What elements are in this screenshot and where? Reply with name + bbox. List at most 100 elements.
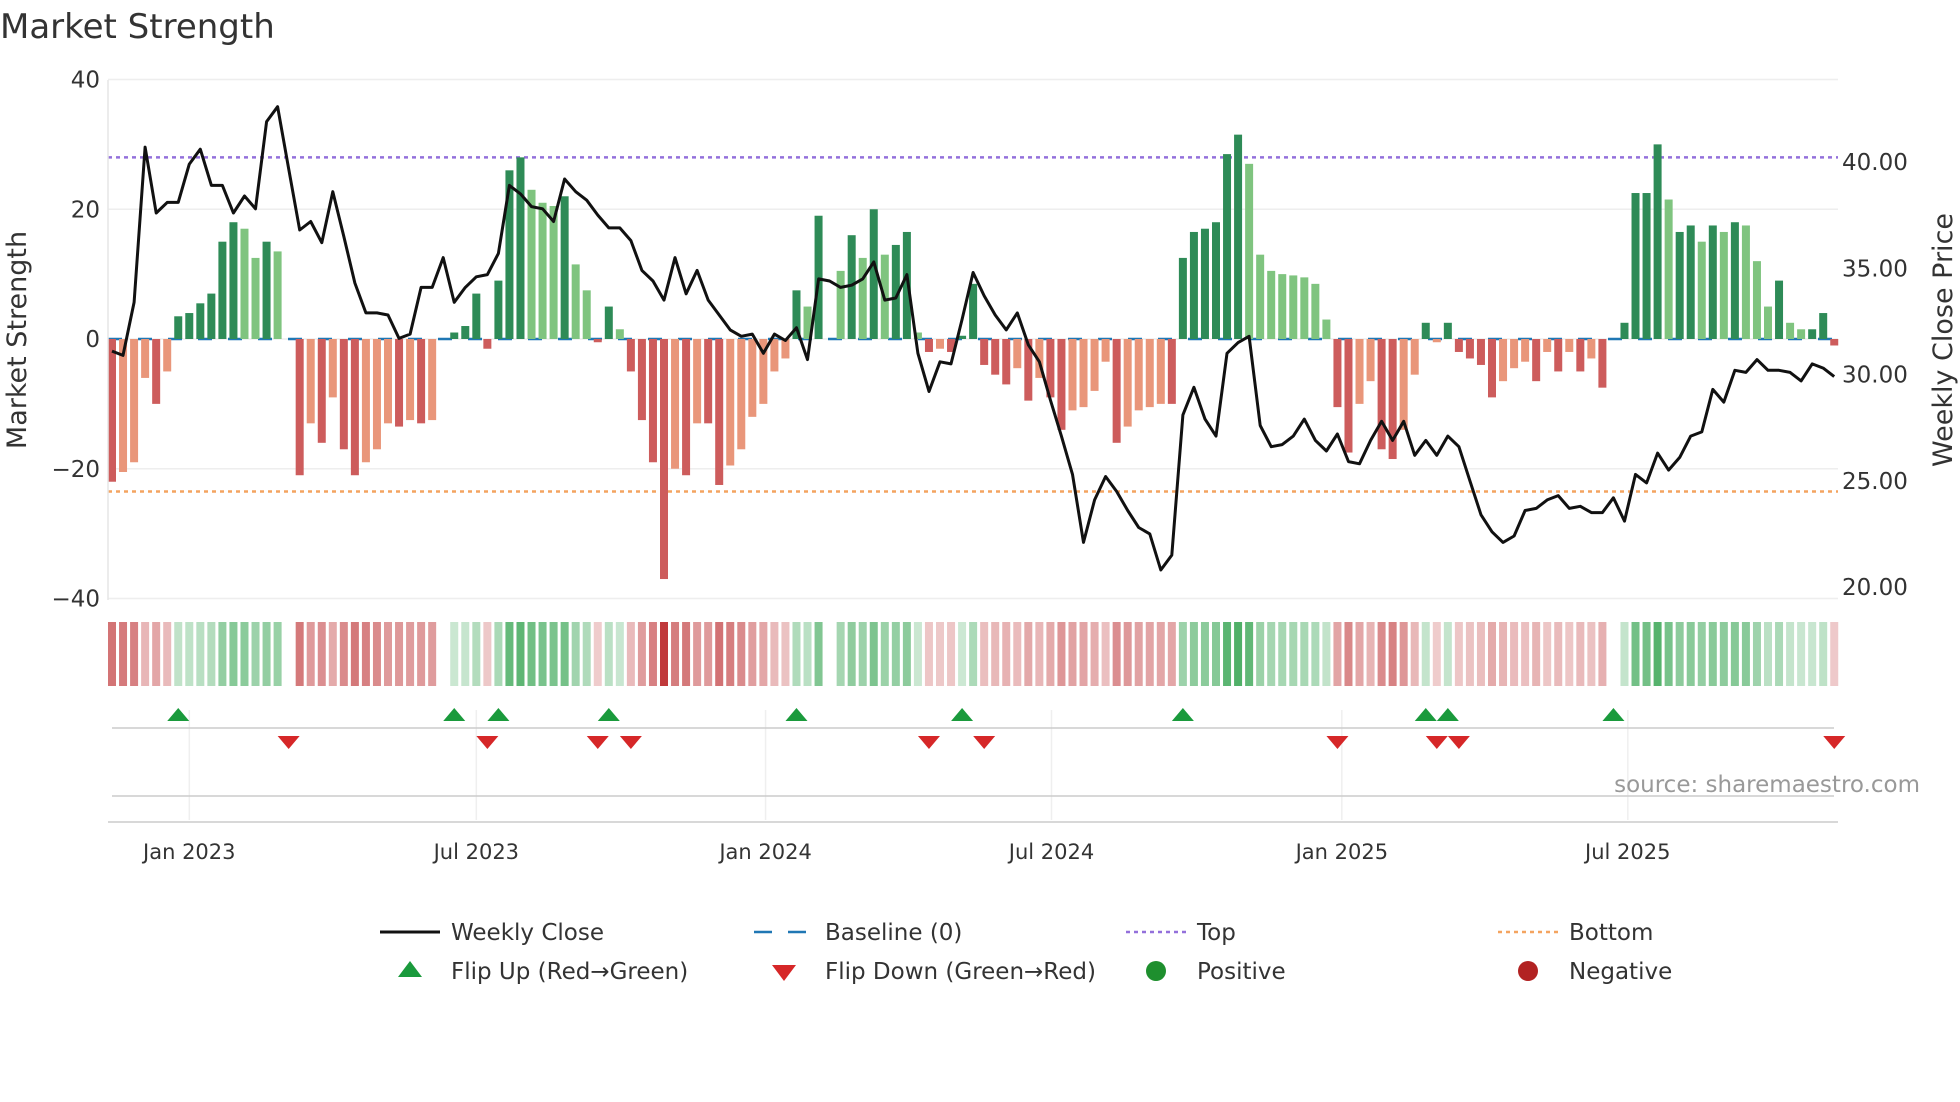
heat-strip-cell — [1510, 622, 1519, 686]
strength-bar — [858, 257, 867, 339]
strength-bar — [1565, 339, 1574, 352]
flip-down-marker — [1447, 736, 1470, 749]
x-tick-label: Jul 2025 — [1583, 840, 1670, 864]
heat-strip-cell — [1565, 622, 1574, 686]
heat-strip-cell — [1620, 622, 1629, 686]
heat-strip-cell — [1333, 622, 1342, 686]
heat-strip-cell — [1178, 622, 1187, 686]
legend-item: Flip Up (Red→Green) — [398, 959, 688, 985]
strength-bar — [626, 339, 635, 372]
strength-bar — [671, 339, 680, 469]
heat-strip-cell — [704, 622, 713, 686]
strength-bar — [924, 339, 933, 352]
legend-label: Positive — [1197, 959, 1286, 985]
heat-strip-cell — [1598, 622, 1607, 686]
heat-strip-cell — [1156, 622, 1165, 686]
heat-strip-cell — [936, 622, 944, 686]
heat-strip-cell — [1223, 622, 1232, 686]
heat-strip-cell — [958, 622, 967, 686]
strength-bar — [593, 339, 602, 343]
heat-strip-cell — [1488, 622, 1496, 686]
heat-strip-cell — [770, 622, 779, 686]
strength-bar — [1598, 339, 1607, 388]
heat-strip-cell — [593, 622, 602, 686]
y2-tick-label: 40.00 — [1842, 150, 1908, 176]
heat-strip-cell — [1697, 622, 1706, 686]
market-strength-chart: Market Strength Market Strength Weekly C… — [0, 7, 1959, 985]
legend-item: Flip Down (Green→Red) — [772, 959, 1096, 985]
x-tick-label: Jul 2023 — [432, 840, 519, 864]
strength-bar — [350, 339, 359, 476]
strength-bar — [660, 339, 668, 580]
heat-strip-cell — [1377, 622, 1386, 686]
heat-strip-cell — [406, 622, 415, 686]
heat-strip-cell — [1145, 622, 1154, 686]
heat-strip-cell — [1830, 622, 1839, 686]
heat-strip-cell — [1046, 622, 1055, 686]
heat-strip-cell — [637, 622, 646, 686]
legend-item: Positive — [1146, 959, 1286, 985]
heat-strip-cell — [1300, 622, 1309, 686]
strength-bar — [560, 196, 569, 339]
flip-up-marker — [597, 708, 620, 721]
heat-strip-cell — [1322, 622, 1331, 686]
legend-item: Negative — [1518, 959, 1672, 985]
heat-strip-cell — [1543, 622, 1552, 686]
heat-strip-cell — [1245, 622, 1254, 686]
heat-strip-cell — [571, 622, 580, 686]
legend-circle-icon — [1146, 961, 1166, 981]
heat-strip-cell — [1465, 622, 1474, 686]
flip-down-marker — [917, 736, 940, 749]
strength-bar — [549, 206, 558, 339]
heat-strip-cell — [1344, 622, 1353, 686]
y2-tick-label: 25.00 — [1842, 469, 1908, 495]
strength-bar — [1476, 339, 1485, 365]
strength-bar — [1311, 283, 1320, 339]
heat-strip-cell — [306, 622, 315, 686]
heat-strip-cell — [1432, 622, 1441, 686]
strength-bar — [1797, 329, 1806, 339]
heat-strip-cell — [759, 622, 768, 686]
heat-strip-cell — [1090, 622, 1099, 686]
strength-bar — [1300, 277, 1309, 339]
heat-strip-cell — [273, 622, 282, 686]
heat-strip-cell — [1289, 622, 1298, 686]
heat-strip-cell — [483, 622, 492, 686]
source-label: source: sharemaestro.com — [1614, 772, 1920, 798]
heat-strip-cell — [395, 622, 404, 686]
heat-strip-cell — [196, 622, 205, 686]
heat-strip-cell — [1532, 622, 1541, 686]
strength-bar — [185, 313, 194, 339]
heat-strip-cell — [108, 622, 116, 686]
y2-tick-label: 20.00 — [1842, 575, 1908, 601]
flip-up-marker — [1436, 708, 1459, 721]
flip-up-marker — [1414, 708, 1437, 721]
heat-strip-cell — [1454, 622, 1463, 686]
strength-bar — [119, 339, 128, 472]
heat-strip-cell — [207, 622, 216, 686]
heat-strip-cell — [1355, 622, 1364, 686]
legend-triangle-down-icon — [772, 965, 796, 981]
heat-strip-cell — [1134, 622, 1143, 686]
legend-triangle-up-icon — [398, 961, 422, 977]
strength-bar — [1189, 231, 1198, 339]
flip-down-marker — [476, 736, 499, 749]
strength-bar — [1543, 339, 1552, 352]
legend-item: Baseline (0) — [754, 920, 962, 946]
heat-strip-cell — [372, 622, 381, 686]
strength-bar — [1223, 154, 1232, 339]
strength-bar — [1819, 313, 1828, 339]
heat-strip-cell — [1068, 622, 1077, 686]
strength-bar — [450, 332, 459, 339]
strength-bar — [317, 339, 326, 443]
strength-bar — [571, 264, 580, 339]
flip-up-marker — [1171, 708, 1194, 721]
heat-strip-cell — [1819, 622, 1828, 686]
heat-strip-cell — [1764, 622, 1772, 686]
strength-bar — [108, 339, 116, 482]
heat-strip-cell — [1112, 622, 1121, 686]
strength-bar — [1587, 339, 1596, 359]
strength-bar — [417, 339, 426, 424]
heat-strip-cell — [1123, 622, 1132, 686]
strength-bar — [726, 339, 735, 466]
